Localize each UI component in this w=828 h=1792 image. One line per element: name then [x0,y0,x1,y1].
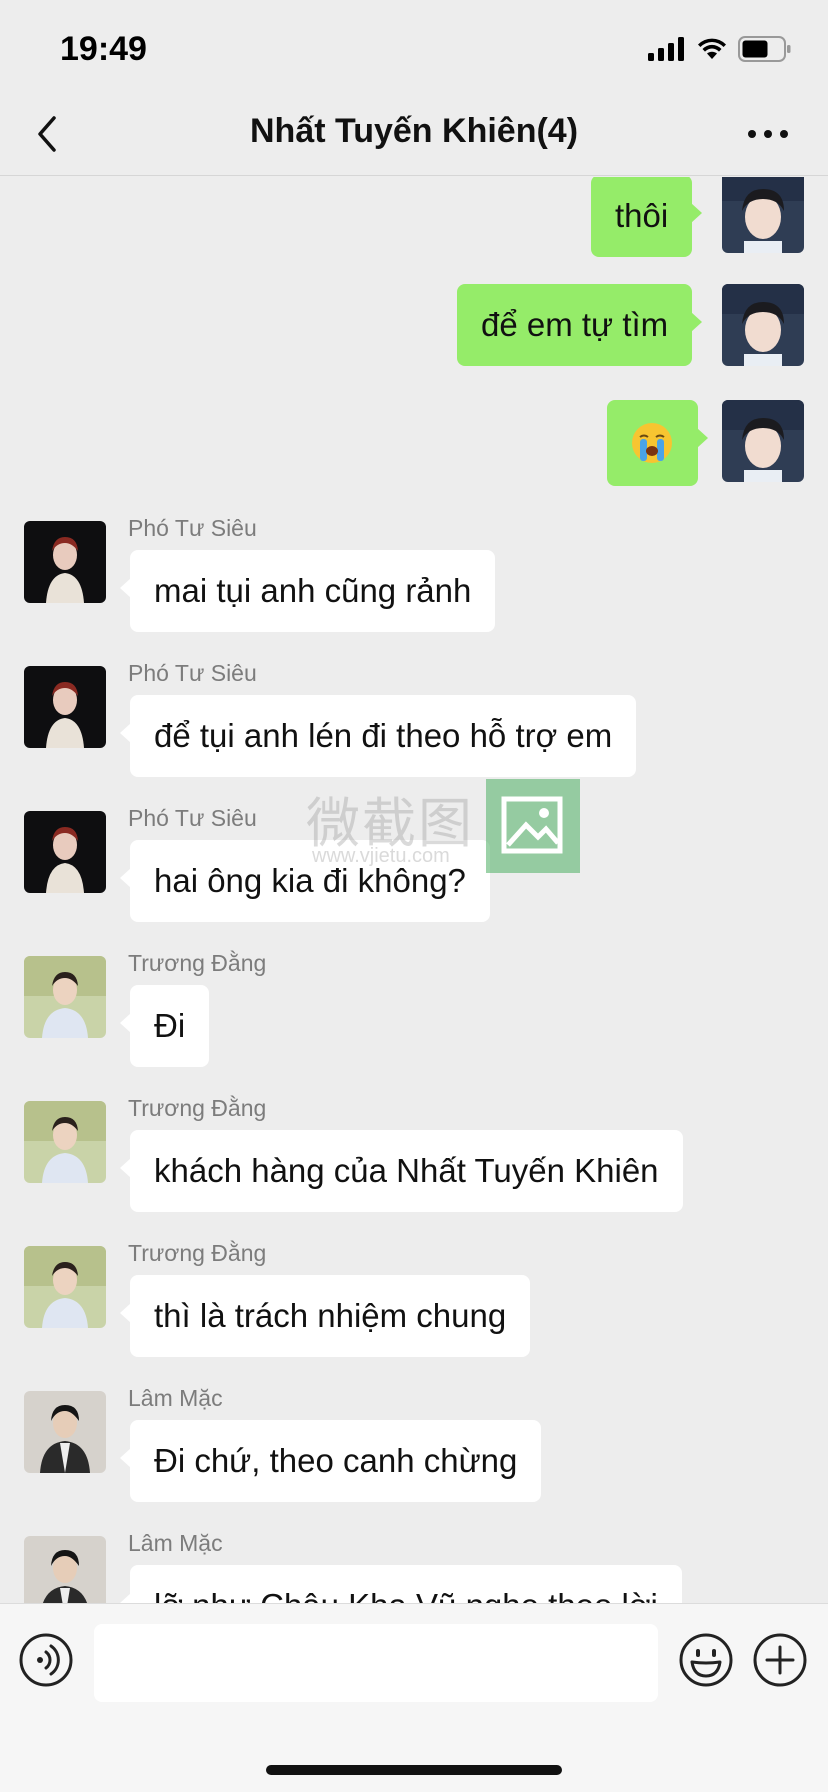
voice-input-icon[interactable] [18,1632,74,1688]
input-bar [0,1603,828,1792]
message-text: Đi [154,1007,186,1044]
sender-name: Trương Đằng [128,950,267,976]
message-input[interactable] [94,1624,658,1702]
add-more-icon[interactable] [752,1632,808,1688]
message-bubble-incoming[interactable]: Đi chứ, theo canh chừng [119,1420,542,1502]
chat-title: Nhất Tuyến Khiên(4) [249,112,579,150]
message-bubble-outgoing[interactable] [607,400,708,486]
nav-bar: Nhất Tuyến Khiên(4) [0,92,828,176]
message-text: để em tự tìm [481,306,669,343]
message-bubble-incoming[interactable]: khách hàng của Nhất Tuyến Khiên [120,1130,683,1212]
message-text: khách hàng của Nhất Tuyến Khiên [154,1152,659,1189]
sender-name: Trương Đằng [128,1095,267,1121]
sender-name: Phó Tư Siêu [128,660,257,686]
sender-avatar-truong-dang[interactable] [24,1101,106,1183]
message-bubble-outgoing[interactable]: để em tự tìm [457,284,703,366]
message-text: thì là trách nhiệm chung [154,1297,507,1334]
message-bubble-incoming[interactable]: Đi [119,985,210,1067]
message-bubble-incoming[interactable]: lỡ như Châu Kha Vũ nghe theo lời [120,1565,682,1603]
message-bubble-incoming[interactable]: để tụi anh lén đi theo hỗ trợ em [119,695,637,777]
my-avatar[interactable] [722,284,804,366]
message-text: thôi [615,197,669,234]
message-text: Đi chứ, theo canh chừng [154,1442,518,1479]
message-text: mai tụi anh cũng rảnh [154,572,472,609]
message-bubble-outgoing[interactable]: thôi [591,177,703,257]
chat-message-list[interactable]: thôi để em tự tìm Phó Tư Siêu mai tụi an… [0,177,828,1603]
sender-avatar-pho-tu-sieu[interactable] [24,521,106,603]
status-time: 19:49 [60,30,147,68]
home-indicator [266,1765,562,1775]
watermark-image-icon [486,779,580,873]
sender-avatar-lam-mac[interactable] [24,1391,106,1473]
message-text: để tụi anh lén đi theo hỗ trợ em [154,717,613,754]
signal-icon [648,37,684,61]
message-bubble-incoming[interactable]: hai ông kia đi không? [120,840,490,922]
sender-avatar-pho-tu-sieu[interactable] [24,666,106,748]
emoji-icon[interactable] [678,1632,734,1688]
wifi-icon [698,38,726,59]
message-text: lỡ như Châu Kha Vũ nghe theo lời [154,1587,658,1603]
sender-avatar-truong-dang[interactable] [24,1246,106,1328]
sender-name: Phó Tư Siêu [128,515,257,541]
status-icons [648,34,792,64]
sender-avatar-lam-mac[interactable] [24,1536,106,1603]
sender-name: Trương Đằng [128,1240,267,1266]
my-avatar[interactable] [722,400,804,482]
sender-name: Lâm Mặc [128,1385,223,1411]
sender-avatar-truong-dang[interactable] [24,956,106,1038]
my-avatar[interactable] [722,177,804,253]
battery-icon [738,36,791,62]
sender-avatar-pho-tu-sieu[interactable] [24,811,106,893]
message-bubble-incoming[interactable]: thì là trách nhiệm chung [119,1275,531,1357]
sender-name: Lâm Mặc [128,1530,223,1556]
more-options-icon[interactable] [744,120,792,148]
sender-name: Phó Tư Siêu [128,805,257,831]
loudly-crying-face-icon [632,423,672,463]
message-bubble-incoming[interactable]: mai tụi anh cũng rảnh [119,550,496,632]
message-text: hai ông kia đi không? [154,862,466,899]
status-bar: 19:49 [0,0,828,92]
